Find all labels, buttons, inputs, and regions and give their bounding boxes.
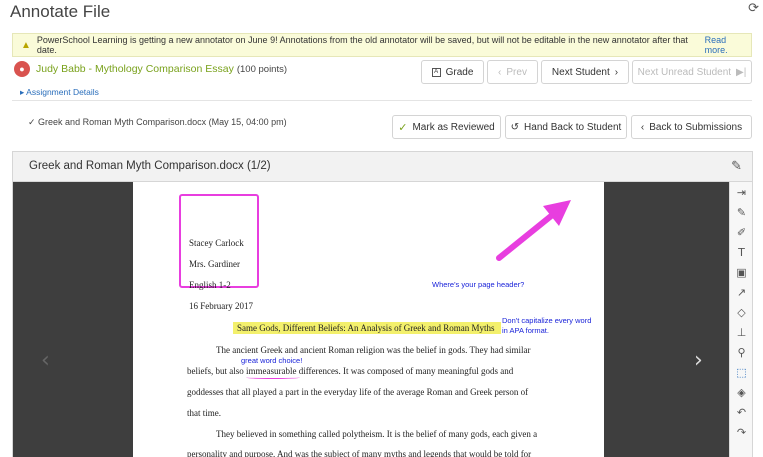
viewer-title: Greek and Roman Myth Comparison.docx (1/…: [29, 160, 271, 172]
assignment-details-toggle[interactable]: ▸ Assignment Details: [20, 87, 99, 98]
student-assignment-name[interactable]: Judy Babb - Mythology Comparison Essay: [36, 63, 234, 75]
refresh-icon[interactable]: ⟳: [748, 0, 759, 16]
chevron-right-icon[interactable]: ›: [694, 348, 703, 373]
select-icon[interactable]: ⬚: [730, 366, 753, 384]
paragraph-line: personality and purpose. And was the sub…: [187, 449, 532, 457]
pen-icon[interactable]: ✎: [730, 206, 753, 224]
next-unread-student-button[interactable]: Next Unread Student ▶|: [632, 60, 752, 84]
undo-icon: ↺: [510, 121, 520, 133]
enter-icon[interactable]: ⇥: [730, 186, 753, 204]
back-to-submissions-button[interactable]: ‹ Back to Submissions: [631, 115, 752, 139]
header-line: Stacey Carlock: [189, 238, 244, 248]
student-row: ● Judy Babb - Mythology Comparison Essay…: [14, 61, 287, 77]
header-line: English 1-2: [189, 280, 231, 290]
eraser-icon[interactable]: ◈: [730, 386, 753, 404]
chevron-left-icon[interactable]: ‹: [41, 348, 50, 373]
announcement-banner: ▲ PowerSchool Learning is getting a new …: [12, 33, 752, 57]
highlighter-icon[interactable]: ✐: [730, 226, 753, 244]
submission-file-info: ✓ Greek and Roman Myth Comparison.docx (…: [28, 117, 287, 127]
redo-icon[interactable]: ↷: [730, 426, 753, 444]
mark-as-reviewed-button[interactable]: ✓ Mark as Reviewed: [392, 115, 501, 139]
warning-icon: ▲: [21, 39, 31, 51]
paragraph-line: that time.: [187, 408, 221, 418]
grade-icon: A: [431, 67, 441, 77]
grade-button[interactable]: A Grade: [421, 60, 484, 84]
read-more-link[interactable]: Read more.: [705, 35, 751, 55]
user-avatar-icon: ●: [14, 61, 30, 77]
header-line: 16 February 2017: [189, 301, 253, 311]
arrow-annotation[interactable]: [495, 194, 577, 264]
paragraph-line: The ancient Greek and ancient Roman reli…: [216, 345, 531, 355]
document-viewer: Greek and Roman Myth Comparison.docx (1/…: [12, 151, 753, 457]
hand-back-button[interactable]: ↺ Hand Back to Student: [505, 115, 627, 139]
skip-forward-icon: ▶|: [736, 66, 747, 78]
next-student-button[interactable]: Next Student ›: [541, 60, 629, 84]
header-line: Mrs. Gardiner: [189, 259, 240, 269]
pencil-icon[interactable]: ✎: [731, 158, 742, 174]
shapes-icon[interactable]: ◇: [730, 306, 753, 324]
check-icon: ✓: [398, 121, 408, 134]
text-tool-icon[interactable]: T: [730, 246, 753, 264]
arrow-tool-icon[interactable]: ↗: [730, 286, 753, 304]
check-icon: ✓: [28, 117, 39, 127]
viewer-header: Greek and Roman Myth Comparison.docx (1/…: [13, 152, 752, 182]
annotation-toolbar: ⇥ ✎ ✐ T ▣ ↗ ◇ ⊥ ⚲ ⬚ ◈ ↶ ↷: [729, 182, 752, 457]
undo-icon[interactable]: ↶: [730, 406, 753, 424]
paragraph-line: They believed in something called polyth…: [216, 429, 538, 439]
chevron-right-icon: ›: [614, 66, 619, 78]
underline-annotation[interactable]: [246, 376, 300, 379]
paragraph-line: beliefs, but also immeasurable differenc…: [187, 366, 514, 376]
text-annotation-header[interactable]: Where's your page header?: [432, 280, 524, 290]
document-page[interactable]: Stacey Carlock Mrs. Gardiner English 1-2…: [133, 182, 604, 457]
paragraph-line: goddesses that all played a part in the …: [187, 387, 529, 397]
essay-title: Same Gods, Different Beliefs: An Analysi…: [237, 323, 495, 333]
chevron-left-icon: ‹: [640, 121, 645, 133]
search-icon[interactable]: ⚲: [730, 346, 753, 364]
page-title: Annotate File: [10, 2, 111, 21]
points-label: (100 points): [236, 63, 288, 75]
prev-button[interactable]: ‹ Prev: [487, 60, 538, 84]
image-icon[interactable]: ▣: [730, 266, 753, 284]
banner-message: PowerSchool Learning is getting a new an…: [36, 35, 688, 55]
text-annotation-capitalize[interactable]: Don't capitalize every word in APA forma…: [502, 316, 591, 336]
divider: [12, 100, 752, 101]
document-canvas: ‹ Stacey Carlock Mrs. Gardiner English 1…: [13, 182, 729, 457]
chevron-left-icon: ‹: [498, 66, 502, 78]
stamp-icon[interactable]: ⊥: [730, 326, 753, 344]
text-annotation-word-choice[interactable]: great word choice!: [241, 356, 302, 366]
